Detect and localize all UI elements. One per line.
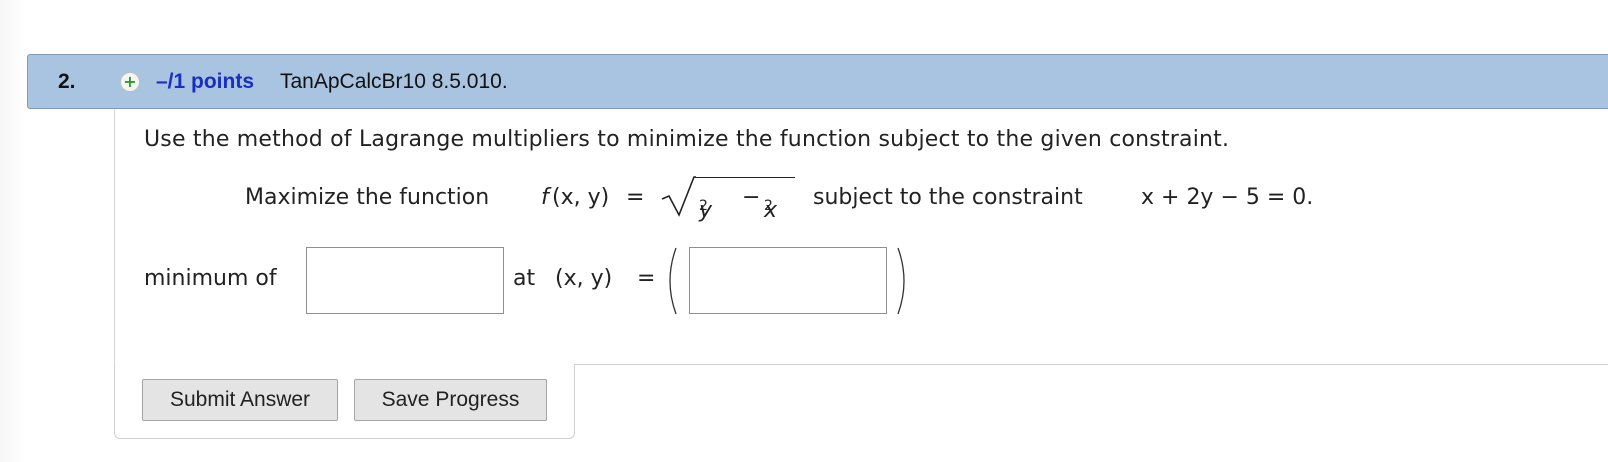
left-gutter xyxy=(0,0,26,462)
answer-row: minimum of at (x, y) = xyxy=(144,245,1044,317)
open-paren-icon xyxy=(669,247,677,315)
button-bar: Submit Answer Save Progress xyxy=(114,364,575,439)
question-header: 2. + –/1 points TanApCalcBr10 8.5.010. xyxy=(27,54,1608,109)
minimum-label: minimum of xyxy=(144,266,277,291)
point-value-input[interactable] xyxy=(689,247,887,314)
question-page: 2. + –/1 points TanApCalcBr10 8.5.010. U… xyxy=(0,0,1608,462)
function-name: f xyxy=(541,185,549,210)
function-equals: = xyxy=(626,185,645,210)
instructions-text: Use the method of Lagrange multipliers t… xyxy=(144,127,1230,152)
submit-answer-button[interactable]: Submit Answer xyxy=(142,379,338,421)
save-progress-button[interactable]: Save Progress xyxy=(354,379,547,421)
radical-overbar xyxy=(695,177,795,178)
points-link[interactable]: –/1 points xyxy=(156,70,254,94)
point-label: (x, y) xyxy=(555,266,613,291)
button-bar-divider xyxy=(575,364,1608,365)
question-source: TanApCalcBr10 8.5.010. xyxy=(280,70,508,93)
function-args: (x, y) xyxy=(552,185,610,210)
at-label: at xyxy=(513,266,536,291)
constraint-equation: x + 2y − 5 = 0. xyxy=(1141,185,1314,210)
minimum-value-input[interactable] xyxy=(306,247,504,314)
radicand-minus: − xyxy=(742,185,761,210)
question-number: 2. xyxy=(58,70,76,93)
constraint-lead: subject to the constraint xyxy=(813,185,1083,210)
square-root-icon xyxy=(661,176,696,217)
close-paren-icon xyxy=(897,247,905,315)
plus-circle-icon[interactable]: + xyxy=(120,72,140,92)
point-equals: = xyxy=(637,266,656,291)
problem-lead: Maximize the function xyxy=(245,185,490,210)
